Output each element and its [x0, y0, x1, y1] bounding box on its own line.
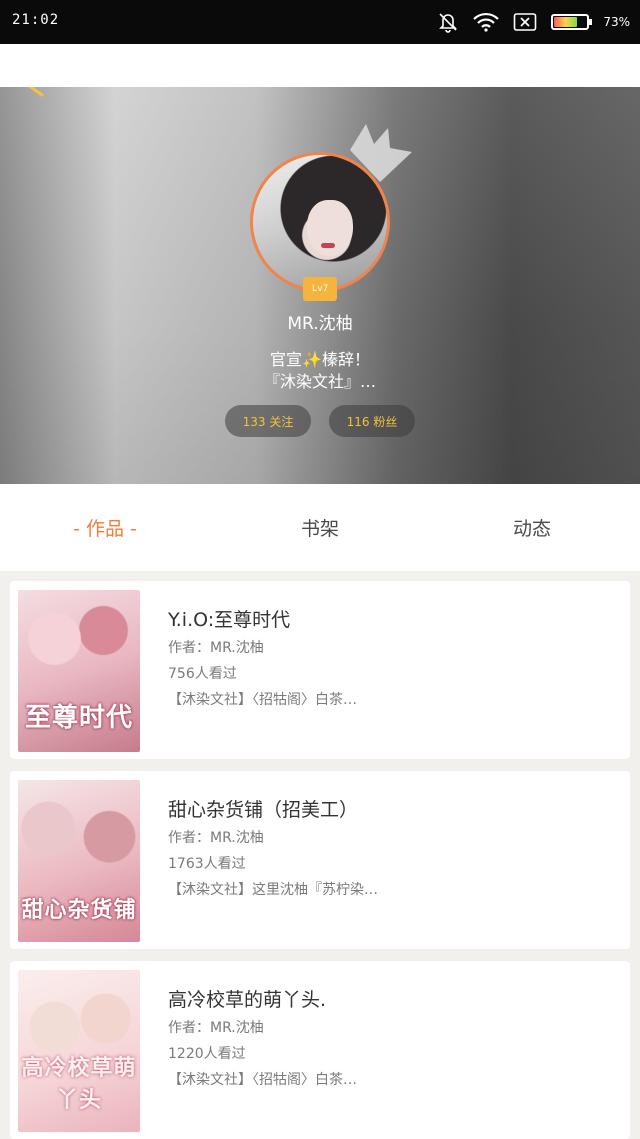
book-views: 1220人看过	[168, 1046, 246, 1062]
book-cover[interactable]: 至尊时代	[18, 590, 140, 752]
book-views: 1763人看过	[168, 856, 246, 872]
battery-icon	[551, 14, 593, 30]
mute-bell-icon	[439, 13, 458, 33]
bio-line-1-start: 官宣	[270, 350, 303, 369]
status-time: 21:02	[12, 12, 60, 28]
book-cover[interactable]: 高冷校草萌丫头	[18, 970, 140, 1132]
book-cover[interactable]: 甜心杂货铺	[18, 780, 140, 942]
bio-line-1-end: 榛辞！	[321, 350, 370, 369]
battery-text: 73%	[603, 15, 630, 29]
tab-works[interactable]: - 作品 -	[30, 484, 180, 571]
battery-level	[554, 17, 578, 27]
status-icons: 73%	[437, 8, 630, 36]
fans-button[interactable]: 116 粉丝	[329, 405, 415, 437]
avatar-container[interactable]: Lv7	[250, 124, 412, 301]
sparkle-icon: ✨	[302, 350, 322, 369]
cover-title: 甜心杂货铺	[21, 898, 137, 923]
avatar[interactable]	[250, 152, 390, 292]
cover-title: 至尊时代	[24, 703, 133, 733]
level-badge: Lv7	[303, 277, 337, 301]
book-title[interactable]: 高冷校草的萌丫头.	[168, 985, 326, 1012]
edit-icon[interactable]	[26, 87, 48, 97]
bio: 官宣✨榛辞！ 『沐染文社』…	[0, 349, 640, 393]
top-bar	[0, 44, 640, 87]
username: MR.沈柚	[287, 314, 353, 334]
book-card[interactable]: 至尊时代 Y.i.O:至尊时代 作者：MR.沈柚 756人看过 【沐染文社】〈招…	[10, 581, 630, 759]
status-bar: 21:02 73%	[0, 0, 640, 44]
book-description: 【沐染文社】这里沈柚『苏柠染…	[168, 882, 378, 898]
book-title[interactable]: 甜心杂货铺（招美工）	[168, 795, 358, 822]
tab-activity[interactable]: 动态	[457, 484, 607, 571]
sim-off-icon	[514, 13, 537, 31]
book-description: 【沐染文社】〈招牯阁〉白茶…	[168, 692, 357, 708]
book-card[interactable]: 高冷校草萌丫头 高冷校草的萌丫头. 作者：MR.沈柚 1220人看过 【沐染文社…	[10, 961, 630, 1139]
book-card[interactable]: 甜心杂货铺 甜心杂货铺（招美工） 作者：MR.沈柚 1763人看过 【沐染文社】…	[10, 771, 630, 949]
wifi-icon	[473, 12, 500, 32]
book-author: 作者：MR.沈柚	[168, 830, 264, 846]
cover-title: 高冷校草萌丫头	[21, 1056, 137, 1113]
profile-header: Lv7 MR.沈柚 官宣✨榛辞！ 『沐染文社』… 133 关注 116 粉丝	[0, 87, 640, 484]
bio-line-2: 『沐染文社』…	[263, 372, 376, 391]
tab-bookshelf[interactable]: 书架	[245, 484, 395, 571]
book-views: 756人看过	[168, 666, 237, 682]
book-author: 作者：MR.沈柚	[168, 1020, 264, 1036]
book-title[interactable]: Y.i.O:至尊时代	[168, 605, 290, 632]
tab-bar: - 作品 - 书架 动态	[0, 484, 640, 571]
book-author: 作者：MR.沈柚	[168, 640, 264, 656]
book-description: 【沐染文社】〈招牯阁〉白茶…	[168, 1072, 357, 1088]
bio-line-1: 官宣✨榛辞！	[0, 349, 640, 371]
avatar-lips	[321, 243, 335, 248]
following-button[interactable]: 133 关注	[225, 405, 311, 437]
